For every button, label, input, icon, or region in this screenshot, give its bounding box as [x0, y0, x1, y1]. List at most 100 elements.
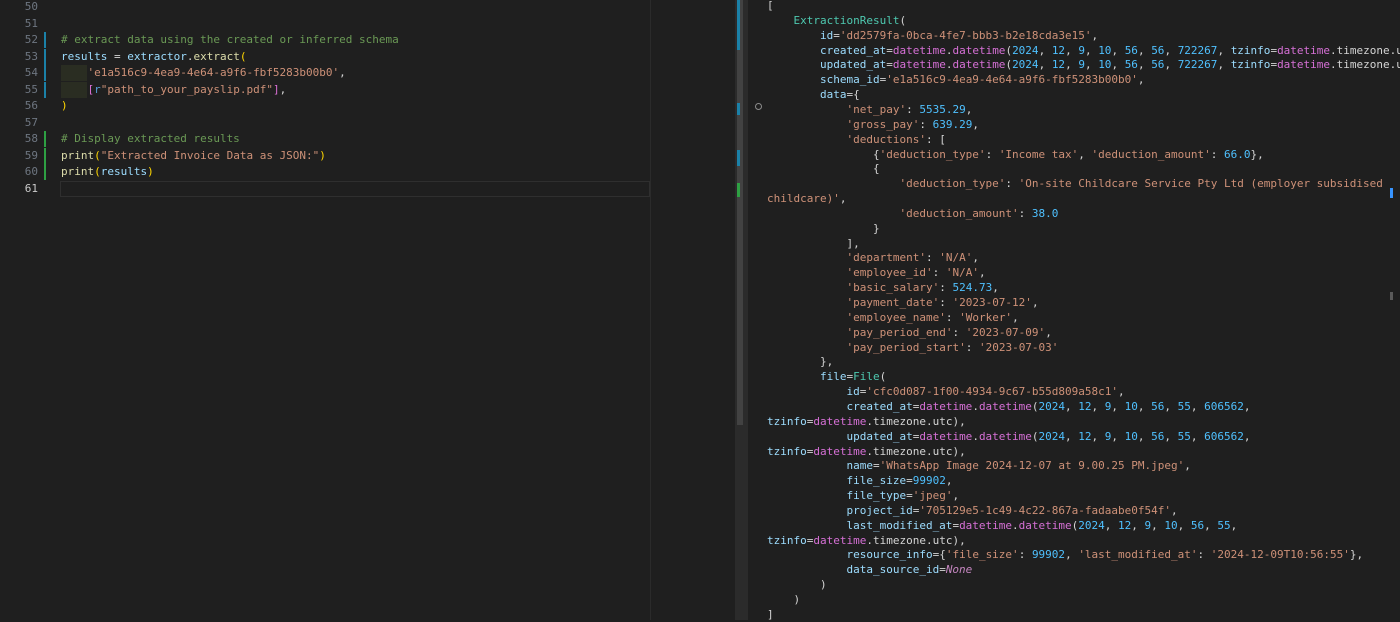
code-line[interactable]: 56)	[0, 98, 650, 114]
output-line: ],	[767, 236, 859, 251]
output-token: tzinfo	[1230, 43, 1271, 57]
output-token: 'deduction_type'	[899, 177, 1006, 191]
output-token: datetime	[919, 429, 973, 443]
output-token: 639.29	[932, 117, 973, 131]
output-token: :	[1005, 177, 1019, 191]
output-token: 'last_modified_at'	[1078, 548, 1198, 562]
output-token: ,	[1065, 548, 1079, 562]
output-token: 9	[1078, 58, 1085, 72]
code-line[interactable]: 57	[0, 115, 650, 131]
output-token	[767, 341, 846, 354]
output-line: data_source_id=None	[767, 562, 972, 577]
code-line[interactable]: 59 print("Extracted Invoice Data as JSON:…	[0, 148, 650, 164]
output-line: data={	[767, 87, 860, 102]
code-text: results = extractor.extract(	[61, 49, 246, 65]
output-token: .timezone.utc),	[866, 533, 966, 547]
code-line[interactable]: 55 [r"path_to_your_payslip.pdf"],	[0, 82, 650, 98]
output-token: updated_at	[767, 58, 887, 72]
code-line[interactable]: 61	[0, 181, 650, 197]
output-token	[767, 118, 846, 131]
output-token: datetime	[813, 444, 867, 458]
output-token: 99902	[912, 474, 946, 488]
output-line: 'pay_period_start': '2023-07-03'	[767, 340, 1058, 355]
output-token: 606562	[1204, 399, 1244, 413]
output-token: :	[1018, 548, 1032, 562]
line-number: 59	[24, 148, 38, 162]
output-token: tzinfo	[1230, 58, 1271, 72]
code-text: )	[61, 98, 68, 114]
output-token: (	[879, 370, 887, 384]
code-token: print	[61, 148, 95, 162]
code-line[interactable]: 50	[0, 0, 650, 15]
line-number: 60	[24, 165, 38, 178]
output-token: 'employee_id'	[846, 266, 933, 280]
output-line: 'employee_id': 'N/A',	[767, 265, 985, 280]
output-token: :	[932, 266, 946, 280]
output-token: 12	[1118, 518, 1132, 532]
output-token: },	[1250, 147, 1264, 161]
output-token: ,	[1078, 147, 1092, 161]
output-token: ,	[1038, 43, 1052, 57]
output-token: ,	[1243, 399, 1251, 413]
output-token: created_at	[767, 43, 887, 57]
output-token: datetime	[1277, 58, 1331, 72]
code-token: "path_to_your_payslip.pdf"	[100, 82, 273, 96]
output-token: 56	[1151, 399, 1165, 413]
output-token: 'On-site Childcare Service Pty Ltd (empl…	[1018, 177, 1383, 191]
output-token: id	[767, 28, 834, 42]
output-token: ,	[1031, 296, 1039, 309]
output-token: ={	[932, 548, 946, 562]
output-token: :	[925, 251, 940, 265]
change-marker	[737, 183, 740, 197]
output-token: ,	[1118, 385, 1125, 399]
output-token: ,	[1177, 518, 1191, 532]
line-number: 61	[24, 181, 38, 195]
output-token: 'payment_date'	[846, 296, 940, 309]
output-token: 2024	[1012, 58, 1039, 72]
output-line: tzinfo=datetime.timezone.utc),	[767, 533, 966, 548]
output-line: 'deductions': [	[767, 132, 945, 147]
output-line: [	[767, 0, 774, 13]
output-token: ,	[1111, 399, 1125, 413]
vertical-scrollbar-thumb[interactable]	[737, 0, 743, 425]
output-token: datetime	[813, 414, 867, 428]
output-line: 'net_pay': 5535.29,	[767, 102, 972, 117]
change-marker	[737, 0, 740, 50]
output-token: :	[945, 310, 960, 324]
output-token: ,	[1038, 58, 1052, 72]
line-number: 53	[24, 49, 38, 63]
code-line[interactable]: 52 # extract data using the created or in…	[0, 32, 650, 48]
output-token: file_type	[767, 489, 907, 503]
code-token: =	[107, 49, 128, 63]
output-token: ,	[1137, 429, 1152, 443]
output-token: file	[767, 370, 847, 384]
output-line: created_at=datetime.datetime(2024, 12, 9…	[767, 43, 1400, 58]
code-line[interactable]: 54 'e1a516c9-4ea9-4e64-a9f6-fbf5283b00b0…	[0, 65, 650, 81]
output-token: 55	[1177, 399, 1191, 413]
code-token: print	[61, 165, 95, 178]
output-token	[767, 133, 846, 146]
output-line: name='WhatsApp Image 2024-12-07 at 9.00.…	[767, 458, 1190, 473]
breakpoint-hint-icon[interactable]	[755, 103, 762, 110]
code-line[interactable]: 51	[0, 16, 650, 32]
output-token: ,	[1137, 43, 1152, 57]
output-token: =	[906, 474, 913, 488]
output-token: ,	[1164, 429, 1178, 443]
code-line[interactable]: 58 # Display extracted results	[0, 131, 650, 147]
line-number: 57	[24, 115, 38, 129]
output-token: 66.0	[1224, 147, 1251, 161]
code-token: results	[61, 49, 108, 63]
line-number: 54	[24, 66, 38, 79]
code-token: (	[94, 148, 101, 162]
code-line[interactable]: 60 print(results)	[0, 164, 650, 180]
output-token: ,	[1190, 429, 1205, 443]
output-token: 2024	[1078, 518, 1105, 532]
output-line: created_at=datetime.datetime(2024, 12, 9…	[767, 399, 1251, 414]
output-token: 'jpeg'	[912, 489, 953, 503]
output-token: 'employee_name'	[846, 310, 946, 324]
code-line[interactable]: 53 results = extractor.extract(	[0, 49, 650, 65]
output-token: 606562	[1204, 429, 1244, 443]
code-editor[interactable]: 50 51 52 # extract data using the created o…	[0, 0, 650, 620]
